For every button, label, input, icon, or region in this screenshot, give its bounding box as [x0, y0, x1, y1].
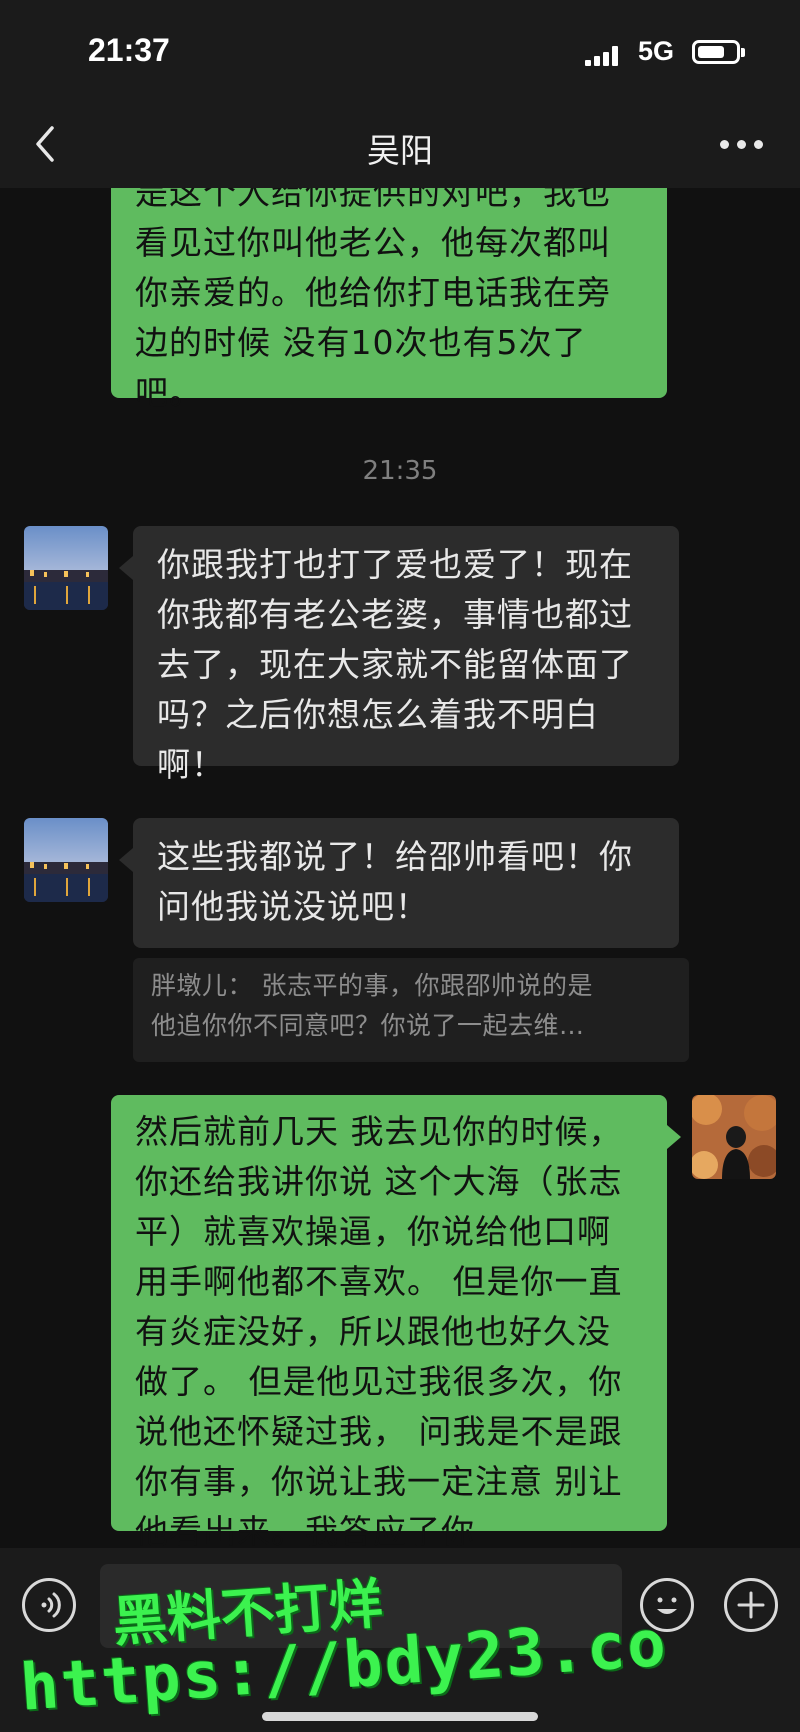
home-indicator	[262, 1712, 538, 1721]
plus-icon	[737, 1591, 765, 1619]
voice-button[interactable]	[22, 1578, 76, 1632]
message-timestamp: 21:35	[362, 456, 438, 486]
chat-title: 吴阳	[367, 131, 433, 170]
more-options-button[interactable]	[724, 1578, 778, 1632]
network-type: 5G	[638, 36, 675, 66]
incoming-message[interactable]: 你跟我打也打了爱也爱了！现在 你我都有老公老婆，事情也都过 去了，现在大家就不能…	[119, 526, 679, 784]
user-avatar[interactable]	[692, 1095, 776, 1179]
contact-avatar[interactable]	[24, 526, 108, 610]
status-time: 21:37	[88, 32, 170, 68]
more-button[interactable]	[720, 140, 764, 150]
voice-icon	[41, 1592, 61, 1618]
outgoing-message[interactable]: 是这个人给你提供的对吧，我也 看见过你叫他老公，他每次都叫 你亲爱的。他给你打电…	[111, 188, 667, 412]
incoming-message[interactable]: 这些我都说了！给邵帅看吧！你 问他我说没说吧！	[119, 818, 679, 948]
signal-icon	[585, 46, 625, 66]
contact-avatar[interactable]	[24, 818, 108, 902]
outgoing-message[interactable]: 然后就前几天 我去见你的时候， 你还给我讲你说 这个大海（张志 平）就喜欢操逼，…	[111, 1095, 681, 1548]
message-list[interactable]: 是这个人给你提供的对吧，我也 看见过你叫他老公，他每次都叫 你亲爱的。他给你打电…	[0, 188, 800, 1548]
chat-header: 吴阳	[0, 100, 800, 188]
quoted-message[interactable]: 胖墩儿： 张志平的事，你跟邵帅说的是 他追你你不同意吧？你说了一起去维…	[133, 958, 689, 1062]
status-bar: 21:37 5G	[0, 0, 800, 100]
battery-icon	[692, 40, 745, 64]
